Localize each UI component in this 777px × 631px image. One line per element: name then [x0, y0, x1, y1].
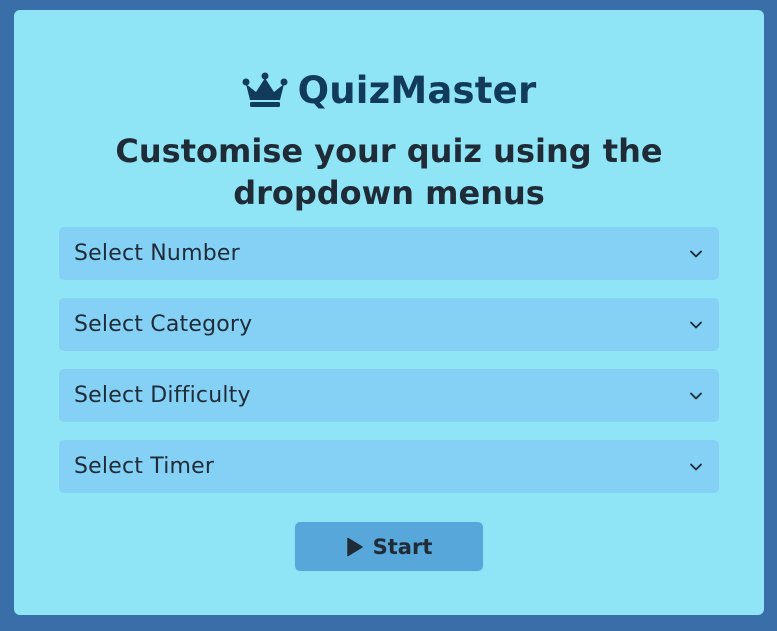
number-select[interactable]: Select Number	[59, 227, 719, 280]
chevron-down-icon	[690, 250, 702, 257]
chevron-down-icon	[690, 321, 702, 328]
brand-header: QuizMaster	[14, 65, 764, 115]
app-title: QuizMaster	[297, 68, 537, 112]
difficulty-select[interactable]: Select Difficulty	[59, 369, 719, 422]
quiz-setup-card: QuizMaster Customise your quiz using the…	[14, 10, 764, 615]
chevron-down-icon	[690, 463, 702, 470]
chevron-down-icon	[690, 392, 702, 399]
difficulty-select-value: Select Difficulty	[74, 383, 251, 408]
timer-select-value: Select Timer	[74, 454, 215, 479]
play-icon	[346, 537, 363, 556]
crown-icon	[242, 72, 288, 107]
number-select-value: Select Number	[74, 241, 240, 266]
start-button[interactable]: Start	[295, 522, 483, 571]
timer-select[interactable]: Select Timer	[59, 440, 719, 493]
category-select[interactable]: Select Category	[59, 298, 719, 351]
start-button-label: Start	[372, 534, 433, 559]
page-heading: Customise your quiz using the dropdown m…	[115, 132, 663, 212]
category-select-value: Select Category	[74, 312, 253, 337]
